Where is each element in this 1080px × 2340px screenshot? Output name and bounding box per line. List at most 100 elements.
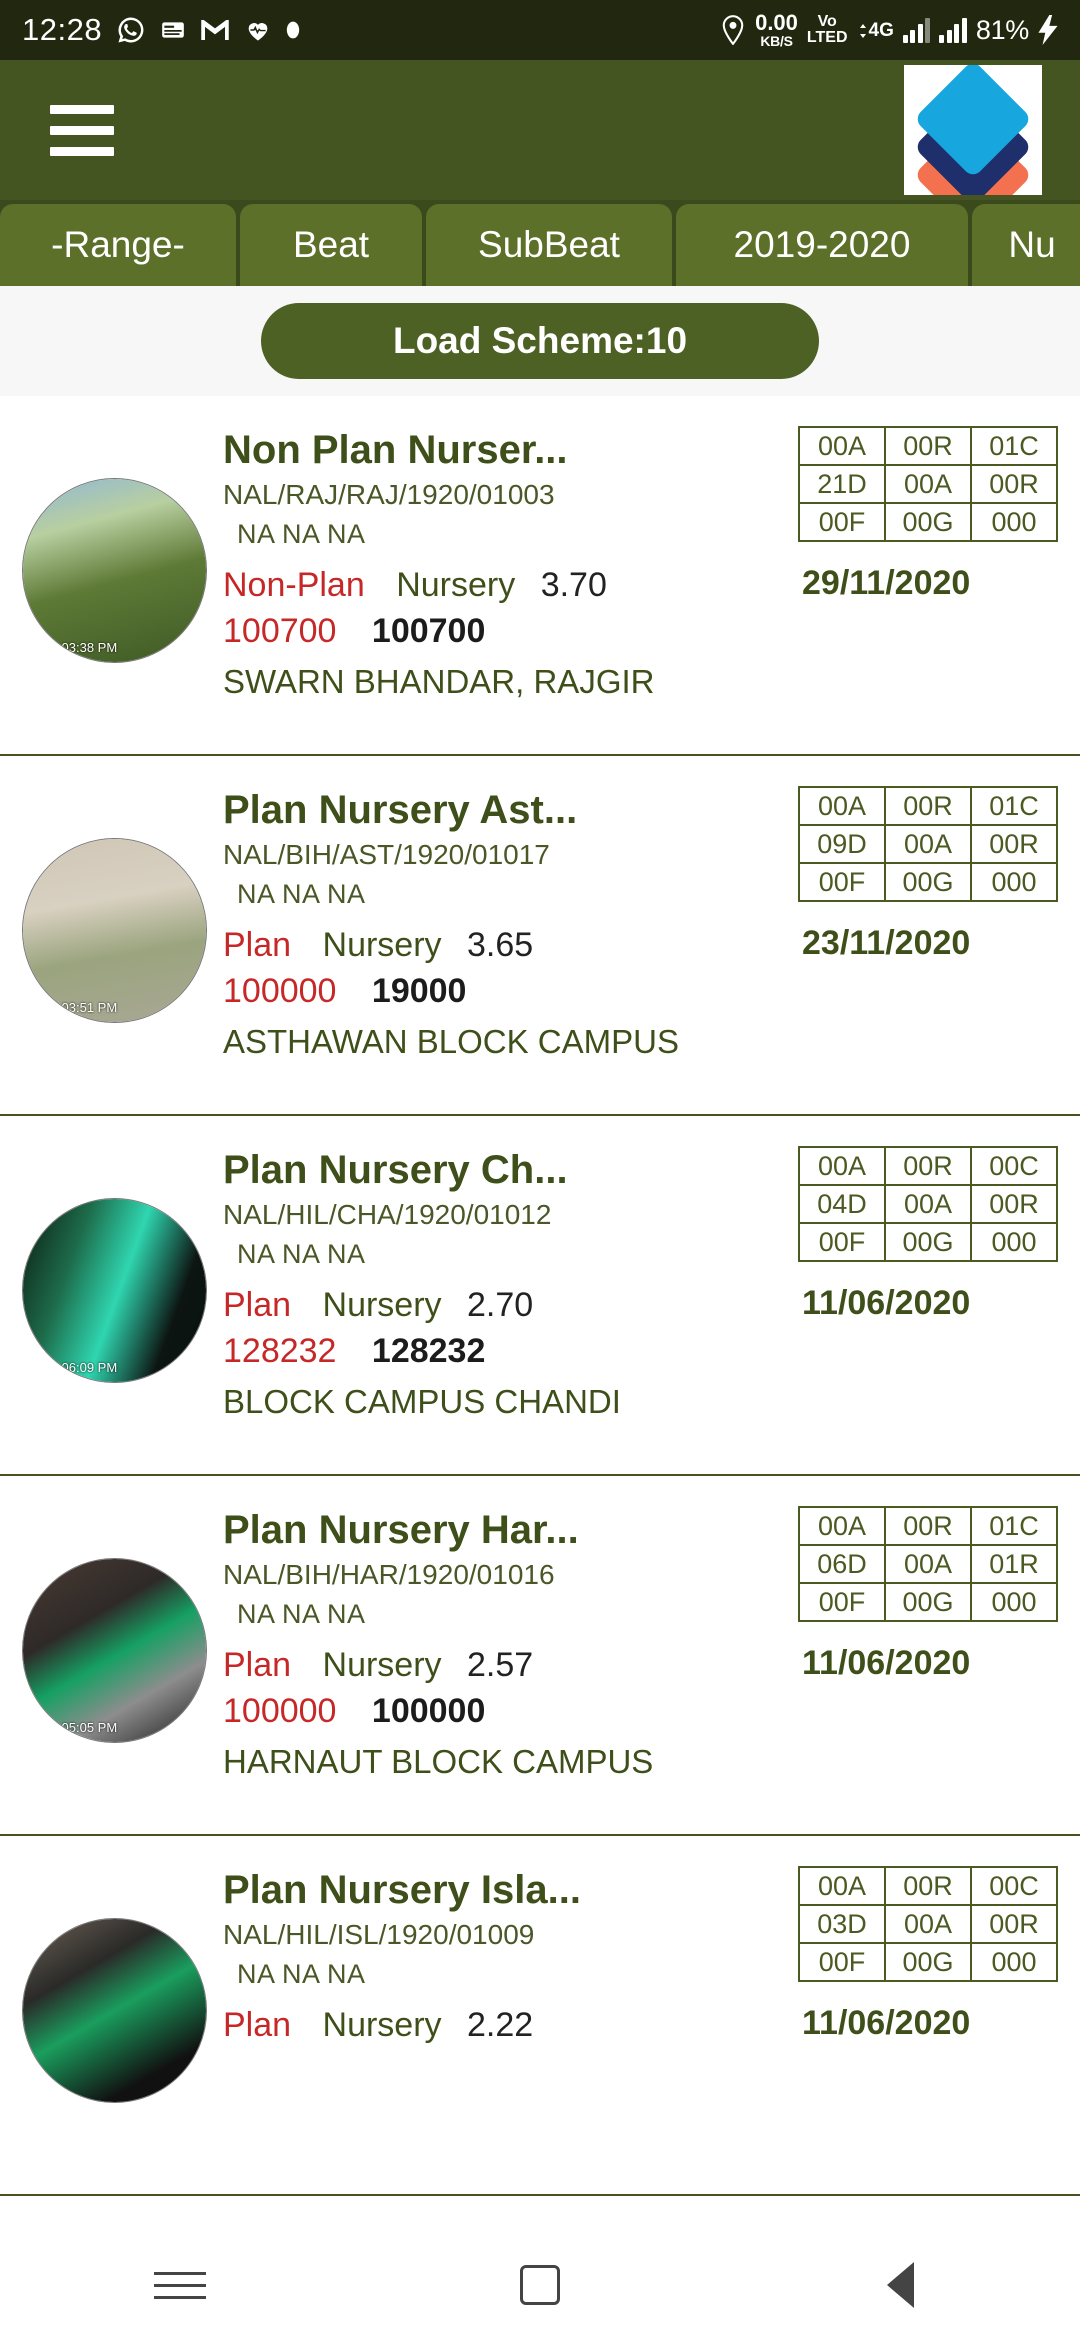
- item-kind: Nursery: [396, 565, 516, 604]
- grid-cell: 00A: [884, 464, 972, 504]
- dot-icon: [286, 20, 300, 40]
- grid-cell: 000: [970, 862, 1058, 902]
- thumbnail-timestamp: 2020 05:05 PM: [29, 1720, 118, 1735]
- grid-cell: 00C: [970, 1866, 1058, 1906]
- signal-bars-sim1-icon: [902, 17, 931, 43]
- grid-cell: 00A: [884, 824, 972, 864]
- grid-cell: 00R: [970, 464, 1058, 504]
- item-place: ASTHAWAN BLOCK CAMPUS: [223, 1022, 679, 1060]
- filter-tab-strip[interactable]: -Range- Beat SubBeat 2019-2020 Nu: [0, 200, 1080, 286]
- item-place: SWARN BHANDAR, RAJGIR: [223, 662, 655, 700]
- code-grid: 00A 00R 00C 04D 00A 00R 00F 00G 000: [798, 1146, 1058, 1262]
- grid-cell: 00G: [884, 1582, 972, 1622]
- list-item-info: Plan Nursery Ast... NAL/BIH/AST/1920/010…: [223, 788, 793, 1061]
- grid-cell: 21D: [798, 464, 886, 504]
- item-value-target: 100000: [223, 972, 337, 1011]
- code-grid: 00A 00R 01C 06D 00A 01R 00F 00G 000: [798, 1506, 1058, 1622]
- list-item[interactable]: 2020 03:38 PM Non Plan Nurser... NAL/RAJ…: [0, 396, 1080, 756]
- thumbnail-image: 2020 03:38 PM: [23, 479, 206, 662]
- item-code: NAL/BIH/AST/1920/01017: [223, 838, 550, 870]
- volte-icon: Vo LTED: [807, 14, 848, 46]
- item-na-row: NA NA NA: [237, 1238, 366, 1269]
- net-speed-indicator: 0.00 KB/S: [755, 12, 798, 49]
- table-row: 00F 00G 000: [798, 502, 1058, 542]
- tab-year[interactable]: 2019-2020: [676, 204, 968, 286]
- scheme-list[interactable]: 2020 03:38 PM Non Plan Nurser... NAL/RAJ…: [0, 396, 1080, 2196]
- grid-cell: 00F: [798, 1222, 886, 1262]
- table-row: 00F 00G 000: [798, 1582, 1058, 1622]
- grid-cell: 09D: [798, 824, 886, 864]
- item-code: NAL/BIH/HAR/1920/01016: [223, 1558, 555, 1590]
- thumbnail-timestamp: 2020 06:09 PM: [29, 1360, 118, 1375]
- item-kind: Nursery: [322, 1285, 442, 1324]
- thumbnail-timestamp: 2020 03:51 PM: [29, 1000, 118, 1015]
- hamburger-line: [50, 146, 114, 156]
- status-time: 12:28: [22, 12, 103, 47]
- list-item-info: Non Plan Nurser... NAL/RAJ/RAJ/1920/0100…: [223, 428, 793, 701]
- table-row: 00A 00R 01C: [798, 1506, 1058, 1546]
- list-item[interactable]: 2020 03:51 PM Plan Nursery Ast... NAL/BI…: [0, 756, 1080, 1116]
- status-bar-right: 0.00 KB/S Vo LTED 4G 81%: [720, 12, 1058, 48]
- item-meta: Plan Nursery 3.65: [223, 925, 793, 964]
- recents-icon[interactable]: [120, 2255, 240, 2315]
- grid-cell: 04D: [798, 1184, 886, 1224]
- tab-beat[interactable]: Beat: [240, 204, 422, 286]
- item-value-target: 100700: [223, 612, 337, 651]
- item-na-row: NA NA NA: [237, 878, 366, 909]
- avatar[interactable]: 2020 05:05 PM: [22, 1558, 207, 1743]
- tab-subbeat[interactable]: SubBeat: [426, 204, 672, 286]
- item-meta: Plan Nursery 2.70: [223, 1285, 793, 1324]
- table-row: 04D 00A 00R: [798, 1184, 1058, 1224]
- whatsapp-icon: [116, 15, 146, 45]
- status-bar: 12:28 0.00 KB/S Vo LTED 4G 81%: [0, 0, 1080, 60]
- bolt-icon: [1038, 15, 1058, 45]
- avatar[interactable]: [22, 1918, 207, 2103]
- grid-cell: 00A: [884, 1904, 972, 1944]
- grid-cell: 000: [970, 502, 1058, 542]
- back-triangle-icon[interactable]: [840, 2255, 960, 2315]
- table-row: 00F 00G 000: [798, 1222, 1058, 1262]
- load-scheme-bar: Load Scheme:10: [0, 286, 1080, 396]
- item-meta: Plan Nursery 2.22: [223, 2005, 793, 2044]
- tab-nursery[interactable]: Nu: [972, 204, 1080, 286]
- recents-lines: [154, 2271, 206, 2299]
- list-item[interactable]: 2020 06:09 PM Plan Nursery Ch... NAL/HIL…: [0, 1116, 1080, 1476]
- item-number: 2.70: [467, 1285, 534, 1324]
- item-plan-type: Plan: [223, 925, 292, 964]
- load-scheme-button[interactable]: Load Scheme:10: [261, 303, 819, 379]
- item-na-row: NA NA NA: [237, 1958, 366, 1989]
- grid-cell: 00R: [970, 1904, 1058, 1944]
- item-na-row: NA NA NA: [237, 518, 366, 549]
- item-place: HARNAUT BLOCK CAMPUS: [223, 1742, 654, 1780]
- grid-cell: 00R: [884, 1866, 972, 1906]
- item-place: BLOCK CAMPUS CHANDI: [223, 1382, 621, 1420]
- item-plan-type: Plan: [223, 2005, 292, 2044]
- item-number: 3.65: [467, 925, 534, 964]
- android-navigation-bar: [0, 2230, 1080, 2340]
- item-value-achieved: 128232: [371, 1332, 486, 1371]
- tab-range[interactable]: -Range-: [0, 204, 236, 286]
- recents-line: [154, 2283, 206, 2287]
- item-title: Non Plan Nurser...: [223, 428, 568, 472]
- location-icon: [720, 15, 746, 45]
- item-number: 3.70: [540, 565, 607, 604]
- grid-cell: 000: [970, 1582, 1058, 1622]
- home-square-icon[interactable]: [480, 2255, 600, 2315]
- list-item[interactable]: 2020 05:05 PM Plan Nursery Har... NAL/BI…: [0, 1476, 1080, 1836]
- avatar[interactable]: 2020 06:09 PM: [22, 1198, 207, 1383]
- item-date: 11/06/2020: [802, 1644, 971, 1682]
- hamburger-menu-icon[interactable]: [50, 104, 114, 156]
- avatar[interactable]: 2020 03:51 PM: [22, 838, 207, 1023]
- list-item-right: 00A 00R 01C 21D 00A 00R 00F 00G 000 29/1…: [798, 426, 1066, 603]
- grid-cell: 00G: [884, 1942, 972, 1982]
- list-item-info: Plan Nursery Har... NAL/BIH/HAR/1920/010…: [223, 1508, 793, 1781]
- avatar[interactable]: 2020 03:38 PM: [22, 478, 207, 663]
- grid-cell: 00R: [884, 1146, 972, 1186]
- news-icon: [160, 17, 186, 43]
- code-grid: 00A 00R 01C 09D 00A 00R 00F 00G 000: [798, 786, 1058, 902]
- list-item[interactable]: Plan Nursery Isla... NAL/HIL/ISL/1920/01…: [0, 1836, 1080, 2196]
- item-title: Plan Nursery Ch...: [223, 1148, 568, 1192]
- grid-cell: 000: [970, 1222, 1058, 1262]
- grid-cell: 00A: [798, 1146, 886, 1186]
- table-row: 00A 00R 01C: [798, 426, 1058, 466]
